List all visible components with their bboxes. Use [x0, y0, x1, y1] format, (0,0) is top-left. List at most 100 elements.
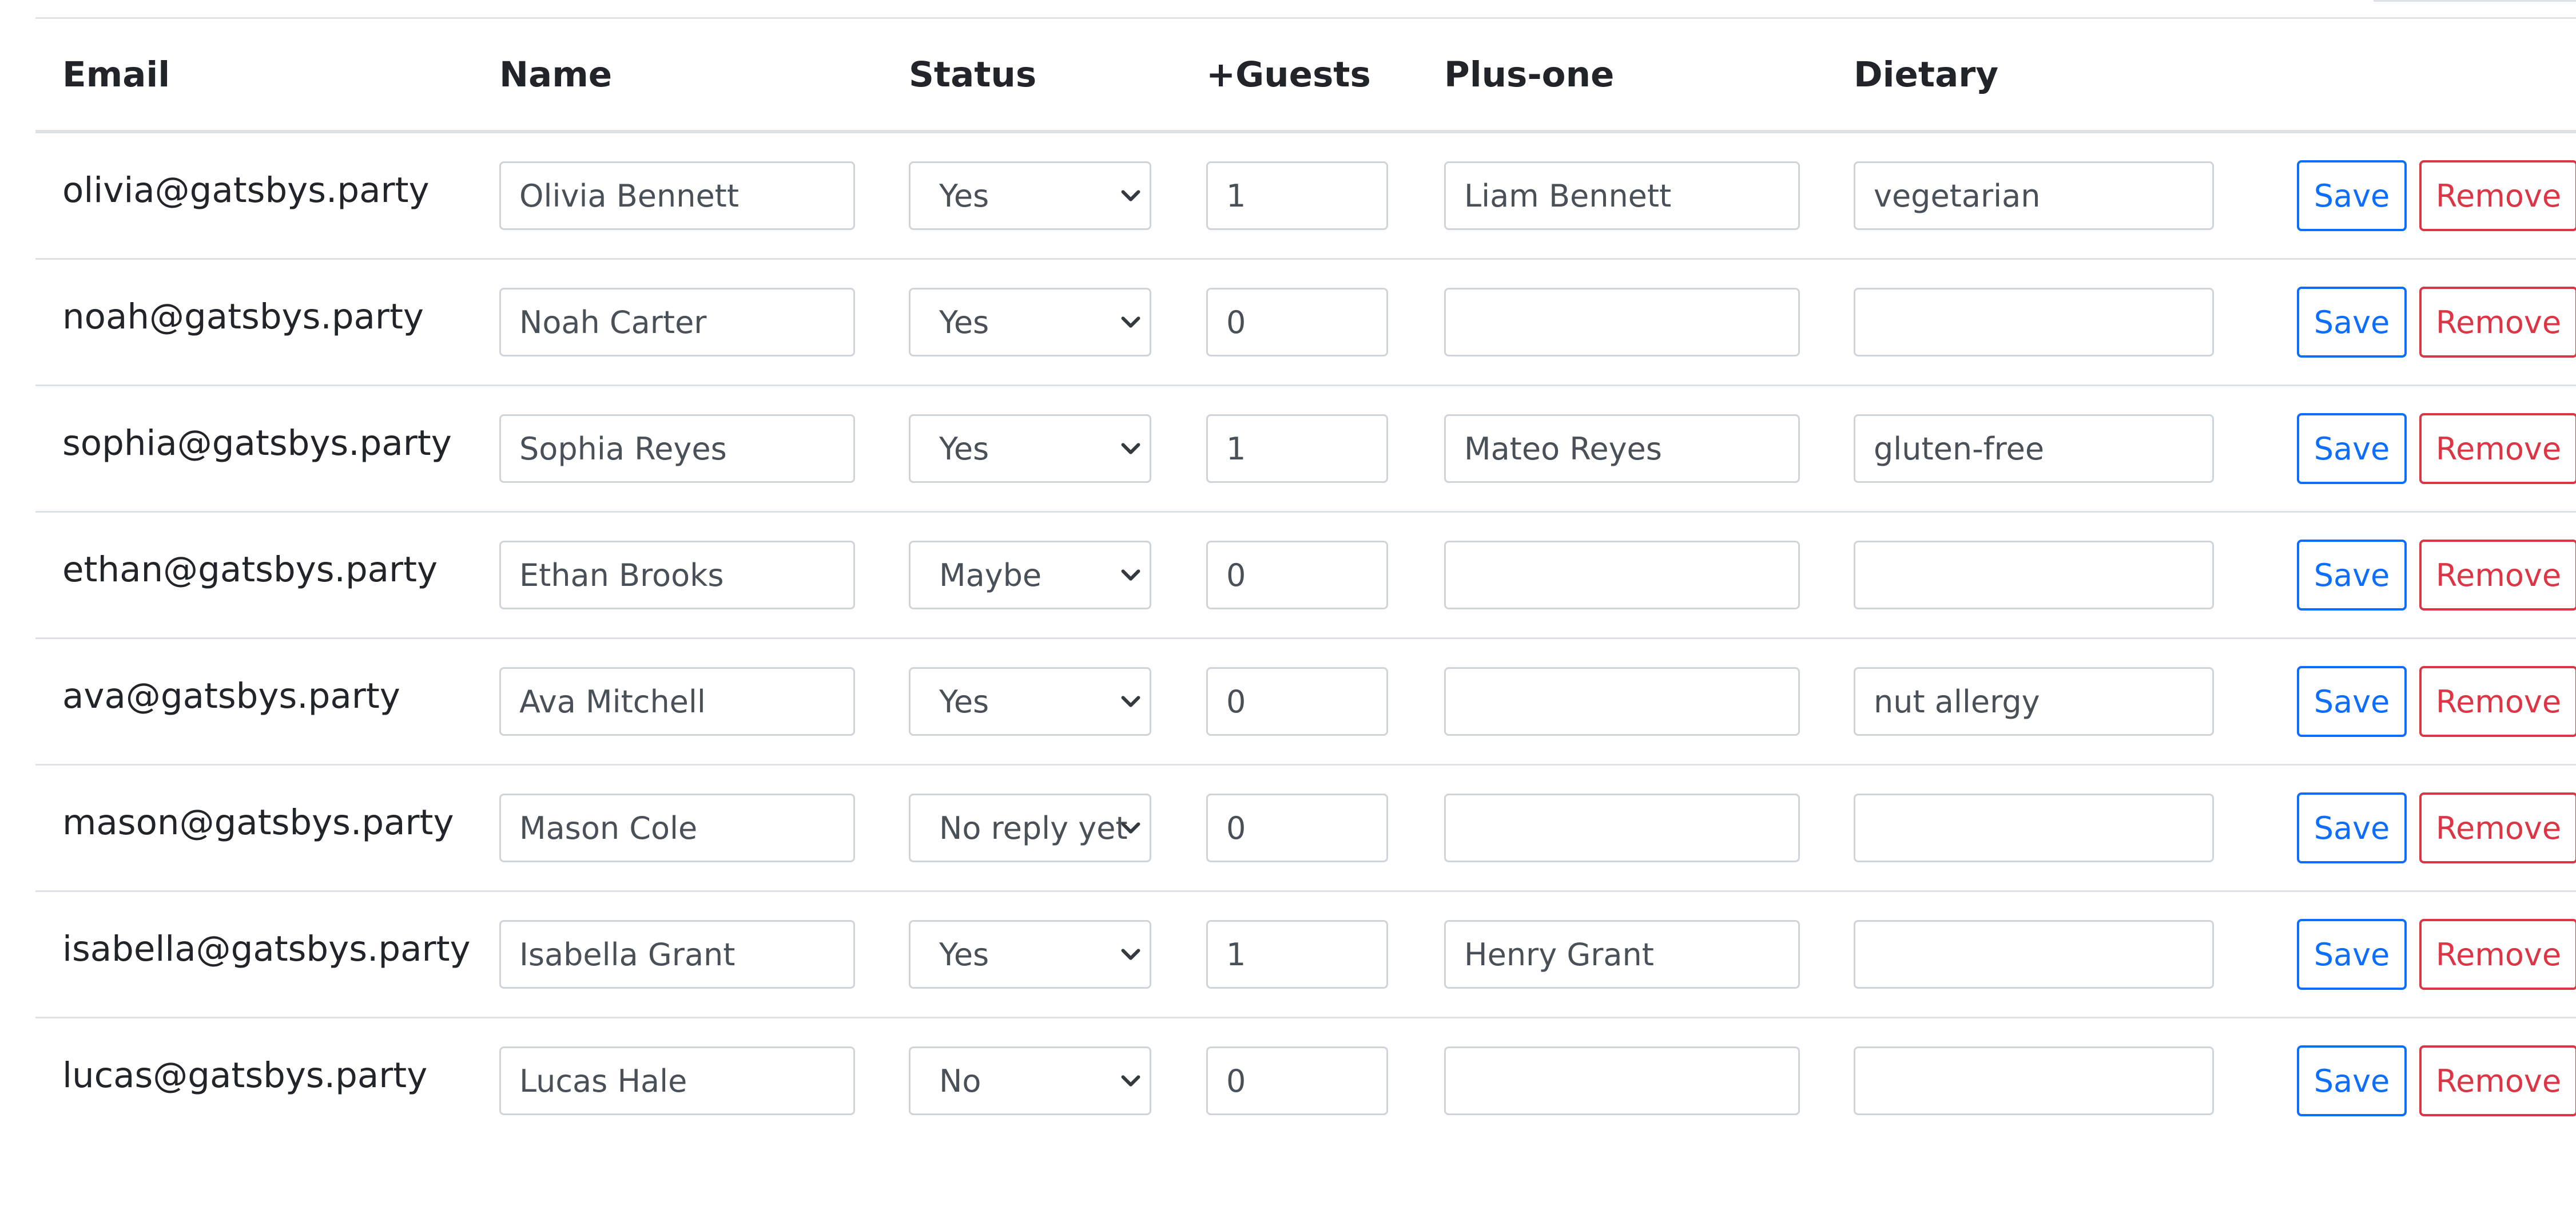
status-cell: Yes [882, 259, 1179, 386]
plus-one-input[interactable] [1444, 161, 1800, 230]
status-cell: Yes [882, 891, 1179, 1018]
guests-input[interactable] [1206, 288, 1388, 356]
column-header-actions [2242, 19, 2576, 133]
remove-button[interactable]: Remove [2419, 792, 2576, 863]
dietary-input[interactable] [1854, 541, 2214, 609]
dietary-input[interactable] [1854, 288, 2214, 356]
guests-input[interactable] [1206, 667, 1388, 736]
status-select[interactable]: No reply yet [909, 794, 1151, 862]
guest-list-page: Email Name Status +Guests Plus-one Dieta… [0, 0, 2576, 1213]
guest-email: noah@gatsbys.party [35, 253, 472, 380]
dietary-input[interactable] [1854, 667, 2214, 736]
actions-cell: Save Remove [2242, 764, 2576, 892]
dietary-input[interactable] [1854, 1046, 2214, 1115]
dietary-cell [1827, 132, 2242, 260]
guests-input[interactable] [1206, 414, 1388, 483]
status-select-value: Yes [939, 304, 989, 340]
plus-one-input[interactable] [1444, 920, 1800, 989]
save-button[interactable]: Save [2297, 540, 2407, 611]
plus-one-input[interactable] [1444, 1046, 1800, 1115]
name-input[interactable] [499, 288, 855, 356]
name-cell [472, 132, 882, 260]
column-header-dietary: Dietary [1827, 19, 2242, 133]
plus-one-cell [1417, 1018, 1827, 1144]
column-header-status: Status [882, 19, 1179, 133]
plus-one-input[interactable] [1444, 541, 1800, 609]
guest-email: mason@gatsbys.party [35, 759, 472, 886]
name-cell [472, 764, 882, 892]
name-input[interactable] [499, 161, 855, 230]
save-button[interactable]: Save [2297, 792, 2407, 863]
dietary-cell [1827, 1018, 2242, 1144]
remove-button[interactable]: Remove [2419, 413, 2576, 484]
status-select-wrapper: Yes [909, 920, 1151, 989]
name-input[interactable] [499, 794, 855, 862]
remove-button[interactable]: Remove [2419, 160, 2576, 231]
guests-cell [1179, 259, 1417, 386]
guest-email: ava@gatsbys.party [35, 632, 472, 760]
status-select-wrapper: Yes [909, 288, 1151, 356]
plus-one-input[interactable] [1444, 667, 1800, 736]
dietary-input[interactable] [1854, 794, 2214, 862]
plus-one-input[interactable] [1444, 288, 1800, 356]
dietary-cell [1827, 638, 2242, 766]
remove-button[interactable]: Remove [2419, 1045, 2576, 1116]
save-button[interactable]: Save [2297, 160, 2407, 231]
save-button[interactable]: Save [2297, 919, 2407, 990]
guests-input[interactable] [1206, 1046, 1388, 1115]
guest-email: isabella@gatsbys.party [35, 885, 472, 1013]
name-input[interactable] [499, 1046, 855, 1115]
name-input[interactable] [499, 920, 855, 989]
table-row: sophia@gatsbys.party Yes [35, 379, 2576, 513]
status-select-wrapper: No [909, 1046, 1151, 1115]
status-select[interactable]: No [909, 1046, 1151, 1115]
status-select-wrapper: Yes [909, 414, 1151, 483]
status-cell: Yes [882, 132, 1179, 260]
table-header-row: Email Name Status +Guests Plus-one Dieta… [35, 19, 2576, 133]
plus-one-cell [1417, 259, 1827, 386]
guests-input[interactable] [1206, 920, 1388, 989]
status-select[interactable]: Yes [909, 161, 1151, 230]
status-select[interactable]: Yes [909, 920, 1151, 989]
table-row: olivia@gatsbys.party Yes [35, 126, 2576, 260]
top-right-edge [2374, 0, 2576, 2]
column-header-guests: +Guests [1179, 19, 1417, 133]
plus-one-input[interactable] [1444, 794, 1800, 862]
guests-cell [1179, 1018, 1417, 1144]
dietary-input[interactable] [1854, 414, 2214, 483]
name-cell [472, 638, 882, 766]
remove-button[interactable]: Remove [2419, 919, 2576, 990]
guests-input[interactable] [1206, 541, 1388, 609]
name-cell [472, 512, 882, 639]
table-row: ava@gatsbys.party Yes [35, 632, 2576, 766]
remove-button[interactable]: Remove [2419, 540, 2576, 611]
status-select[interactable]: Yes [909, 414, 1151, 483]
status-select-value: Yes [939, 430, 989, 467]
status-select[interactable]: Yes [909, 288, 1151, 356]
save-button[interactable]: Save [2297, 666, 2407, 737]
column-header-name: Name [472, 19, 882, 133]
guests-cell [1179, 764, 1417, 892]
guests-input[interactable] [1206, 161, 1388, 230]
guest-email: sophia@gatsbys.party [35, 379, 472, 507]
dietary-input[interactable] [1854, 920, 2214, 989]
dietary-input[interactable] [1854, 161, 2214, 230]
name-input[interactable] [499, 414, 855, 483]
remove-button[interactable]: Remove [2419, 287, 2576, 358]
remove-button[interactable]: Remove [2419, 666, 2576, 737]
save-button[interactable]: Save [2297, 413, 2407, 484]
status-select[interactable]: Maybe [909, 541, 1151, 609]
actions-cell: Save Remove [2242, 638, 2576, 766]
name-cell [472, 1018, 882, 1144]
guests-input[interactable] [1206, 794, 1388, 862]
dietary-cell [1827, 512, 2242, 639]
status-cell: Yes [882, 638, 1179, 766]
status-select[interactable]: Yes [909, 667, 1151, 736]
save-button[interactable]: Save [2297, 287, 2407, 358]
guest-table: Email Name Status +Guests Plus-one Dieta… [35, 19, 2576, 1143]
save-button[interactable]: Save [2297, 1045, 2407, 1116]
name-input[interactable] [499, 541, 855, 609]
actions-cell: Save Remove [2242, 1018, 2576, 1144]
name-input[interactable] [499, 667, 855, 736]
plus-one-input[interactable] [1444, 414, 1800, 483]
